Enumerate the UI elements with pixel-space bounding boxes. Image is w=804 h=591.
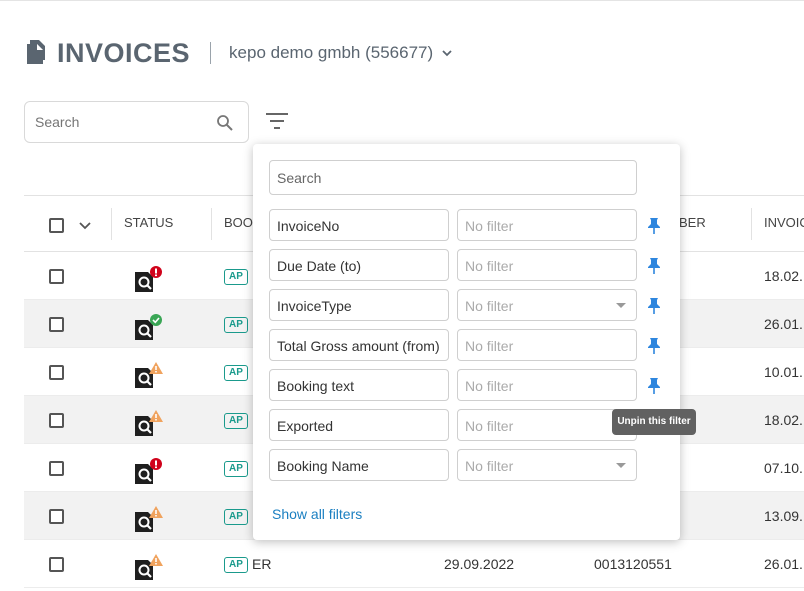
search-field[interactable] xyxy=(24,101,249,143)
status-error-icon xyxy=(135,458,162,484)
filter-popup: Search InvoiceNo No filter Due Date (to) No… xyxy=(253,144,680,540)
filter-icon[interactable] xyxy=(265,112,289,130)
invoice-date-cell: 07.10. xyxy=(764,460,803,476)
filter-value-text: No filter xyxy=(465,338,514,354)
invoice-date-cell: 26.01. xyxy=(764,556,803,572)
search-icon[interactable] xyxy=(216,114,234,132)
column-header-status[interactable]: STATUS xyxy=(124,215,173,230)
invoice-date-cell: 10.01. xyxy=(764,364,803,380)
table-row[interactable]: AP ER 29.09.2022 0013120551 26.01. xyxy=(24,540,804,588)
ap-badge: AP xyxy=(224,557,248,573)
top-border xyxy=(0,0,804,1)
ap-badge: AP xyxy=(224,413,248,429)
filter-value-field[interactable]: No filter xyxy=(457,369,637,401)
ap-badge: AP xyxy=(224,269,248,285)
status-error-icon xyxy=(135,266,162,292)
ap-badge: AP xyxy=(224,509,248,525)
row-checkbox[interactable] xyxy=(49,509,64,524)
status-warning-icon xyxy=(135,554,163,580)
show-all-filters-link[interactable]: Show all filters xyxy=(272,506,362,522)
pin-icon[interactable] xyxy=(647,297,661,315)
filter-value-text: No filter xyxy=(465,298,514,314)
row-checkbox[interactable] xyxy=(49,317,64,332)
page-title: INVOICES xyxy=(57,37,191,68)
status-warning-icon xyxy=(135,362,163,388)
filter-value-text: No filter xyxy=(465,378,514,394)
filter-search-input[interactable]: Search xyxy=(269,160,637,195)
select-all-checkbox[interactable] xyxy=(49,218,64,233)
filter-name-field[interactable]: Exported xyxy=(269,409,449,441)
filter-name-field[interactable]: Total Gross amount (from) xyxy=(269,329,449,361)
pin-icon[interactable] xyxy=(647,217,661,235)
row-checkbox[interactable] xyxy=(49,413,64,428)
invoice-date-cell: 26.01. xyxy=(764,316,803,332)
column-header-invoice[interactable]: INVOIC xyxy=(764,215,804,230)
unpin-tooltip: Unpin this filter xyxy=(612,409,696,435)
invoice-date-cell: 13.09. xyxy=(764,508,803,524)
document-icon xyxy=(27,40,45,64)
header-divider xyxy=(210,42,212,64)
row-checkbox[interactable] xyxy=(49,557,64,572)
filter-value-text: No filter xyxy=(465,218,514,234)
filter-name-field[interactable]: InvoiceType xyxy=(269,289,449,321)
filter-name-field[interactable]: Booking Name xyxy=(269,449,449,481)
ap-badge: AP xyxy=(224,461,248,477)
page-header: INVOICES kepo demo gmbh (556677) xyxy=(25,36,453,70)
filter-value-field[interactable]: No filter xyxy=(457,329,637,361)
filter-name-field[interactable]: Due Date (to) xyxy=(269,249,449,281)
column-separator xyxy=(111,208,112,240)
status-warning-icon xyxy=(135,410,163,436)
ap-badge: AP xyxy=(224,365,248,381)
pin-icon[interactable] xyxy=(647,337,661,355)
filter-value-field[interactable]: No filter xyxy=(457,409,637,441)
row-checkbox[interactable] xyxy=(49,269,64,284)
chevron-down-icon[interactable] xyxy=(79,222,91,230)
ap-badge: AP xyxy=(224,317,248,333)
pin-icon[interactable] xyxy=(647,377,661,395)
dropdown-arrow-icon xyxy=(616,463,626,468)
date-cell: 29.09.2022 xyxy=(444,556,515,572)
booking-cell: ER xyxy=(252,556,272,572)
column-separator xyxy=(211,208,212,240)
filter-value-text: No filter xyxy=(465,458,514,474)
filter-name-field[interactable]: InvoiceNo xyxy=(269,209,449,241)
column-header-booking[interactable]: BOO xyxy=(224,215,253,230)
dropdown-arrow-icon xyxy=(616,303,626,308)
filter-name-field[interactable]: Booking text xyxy=(269,369,449,401)
row-checkbox[interactable] xyxy=(49,365,64,380)
column-separator xyxy=(751,208,752,240)
filter-value-field[interactable]: No filter xyxy=(457,289,637,321)
invoice-date-cell: 18.02. xyxy=(764,412,803,428)
company-name: kepo demo gmbh (556677) xyxy=(229,43,434,62)
filter-value-text: No filter xyxy=(465,258,514,274)
filter-value-text: No filter xyxy=(465,418,514,434)
company-selector[interactable]: kepo demo gmbh (556677) xyxy=(229,43,453,63)
invoice-date-cell: 18.02. xyxy=(764,268,803,284)
chevron-down-icon xyxy=(442,50,452,57)
pin-icon[interactable] xyxy=(647,257,661,275)
number-cell: 0013120551 xyxy=(594,556,672,572)
filter-value-field[interactable]: No filter xyxy=(457,449,637,481)
filter-value-field[interactable]: No filter xyxy=(457,209,637,241)
status-ok-icon xyxy=(135,314,162,340)
column-header-number[interactable]: BER xyxy=(679,215,706,230)
status-warning-icon xyxy=(135,506,163,532)
search-input[interactable] xyxy=(35,114,205,130)
row-checkbox[interactable] xyxy=(49,461,64,476)
filter-value-field[interactable]: No filter xyxy=(457,249,637,281)
